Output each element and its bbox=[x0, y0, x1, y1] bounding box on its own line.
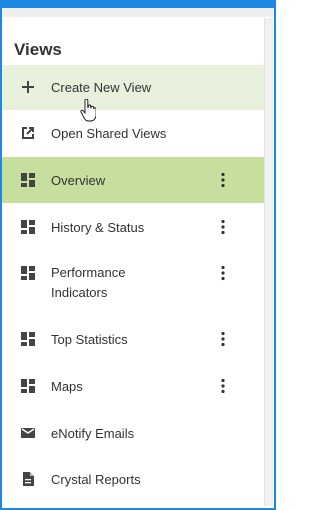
more-options-icon[interactable] bbox=[217, 172, 229, 188]
view-item-label: Overview bbox=[51, 173, 106, 188]
dashboard-icon bbox=[21, 220, 35, 234]
view-item-label: History & Status bbox=[51, 220, 145, 235]
dashboard-icon bbox=[21, 266, 35, 280]
window-top-border bbox=[0, 0, 276, 8]
dashboard-icon bbox=[21, 379, 35, 393]
panel-header-strip bbox=[0, 8, 276, 17]
create-new-view-item[interactable]: Create New View bbox=[2, 65, 264, 122]
view-item-top-statistics[interactable]: Top Statistics bbox=[2, 316, 264, 362]
vertical-scrollbar[interactable] bbox=[264, 18, 273, 506]
view-item-label: Top Statistics bbox=[51, 332, 128, 347]
open-shared-views-item[interactable]: Open Shared Views bbox=[2, 110, 264, 156]
plus-icon bbox=[22, 81, 34, 93]
view-item-performance-indicators[interactable]: Performance Indicators bbox=[2, 251, 264, 317]
views-panel: Views Create New View Open Shared Views … bbox=[0, 0, 276, 510]
more-options-icon[interactable] bbox=[217, 219, 229, 235]
window-right-border bbox=[274, 8, 276, 510]
view-item-label: Maps bbox=[51, 379, 83, 394]
dashboard-icon bbox=[21, 332, 35, 346]
email-icon bbox=[21, 428, 35, 438]
dashboard-icon bbox=[21, 173, 35, 187]
view-item-label-line1: Performance bbox=[51, 265, 126, 280]
create-new-view-label: Create New View bbox=[51, 80, 152, 95]
view-item-history-status[interactable]: History & Status bbox=[2, 204, 264, 250]
crystal-reports-item[interactable]: Crystal Reports bbox=[2, 457, 264, 503]
document-icon bbox=[23, 472, 34, 486]
panel-title: Views bbox=[14, 40, 62, 59]
enotify-emails-item[interactable]: eNotify Emails bbox=[2, 410, 264, 456]
more-options-icon[interactable] bbox=[217, 331, 229, 347]
more-options-icon[interactable] bbox=[217, 265, 229, 281]
crystal-reports-label: Crystal Reports bbox=[51, 472, 141, 487]
view-item-label-line2: Indicators bbox=[51, 285, 108, 300]
view-item-maps[interactable]: Maps bbox=[2, 363, 264, 409]
more-options-icon[interactable] bbox=[217, 378, 229, 394]
view-item-overview[interactable]: Overview bbox=[2, 157, 264, 203]
enotify-emails-label: eNotify Emails bbox=[51, 426, 135, 441]
open-in-new-icon bbox=[22, 127, 34, 139]
open-shared-views-label: Open Shared Views bbox=[51, 126, 167, 141]
